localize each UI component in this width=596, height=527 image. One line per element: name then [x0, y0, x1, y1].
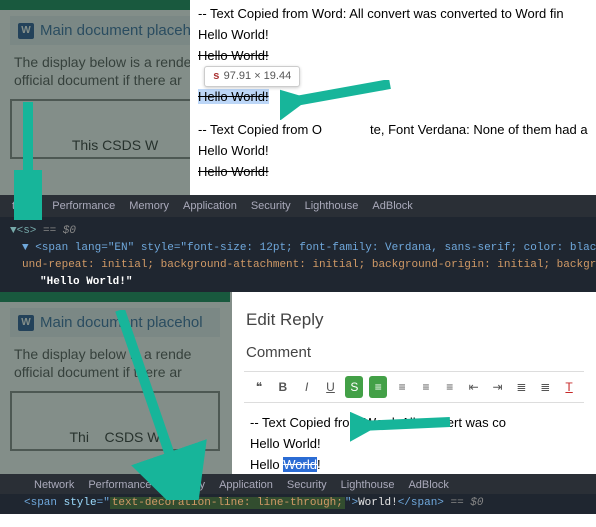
panel-a-line-6: Hello World!: [198, 162, 588, 183]
tab-memory[interactable]: Memory: [165, 479, 205, 491]
doc-frame-2: Thi CSDS W: [10, 391, 220, 451]
tab-network[interactable]: Network: [34, 479, 74, 491]
editor-title: Edit Reply: [244, 300, 584, 339]
tab-security[interactable]: Security: [287, 479, 327, 491]
panel-a-line-5: Hello World!: [198, 141, 588, 162]
tab-performance[interactable]: Performance: [52, 200, 115, 212]
devtools-elements-b[interactable]: <span style="text-decoration-line: line-…: [0, 494, 596, 514]
devtools-tabs[interactable]: twork Performance Memory Application Sec…: [0, 195, 596, 217]
tab-security[interactable]: Security: [251, 200, 291, 212]
s-tag-badge: s: [213, 71, 220, 83]
word-icon: W: [18, 23, 34, 39]
doc-description: The display below is a rende official do…: [10, 45, 220, 99]
indent-out-icon[interactable]: ⇥: [489, 376, 507, 398]
editor-toolbar: ❝ B I U S ≡ ≡ ≡ ≡ ⇤ ⇥ ≣ ≣ T: [244, 371, 584, 403]
devtools-tabs-2[interactable]: Network Performance Memory Application S…: [0, 474, 596, 496]
devtools-elements-a[interactable]: ▼<s> == $0 ▼ <span lang="EN" style="font…: [0, 217, 596, 292]
tab-performance[interactable]: Performance: [88, 479, 151, 491]
editor-line-2: Hello World!: [250, 455, 578, 476]
tab-lighthouse[interactable]: Lighthouse: [305, 200, 359, 212]
doc-title-bar: W Main document placehol: [10, 16, 220, 45]
quote-icon[interactable]: ❝: [250, 376, 268, 398]
doc-frame: This CSDS W: [10, 99, 220, 159]
tab-memory[interactable]: Memory: [129, 200, 169, 212]
strike-icon[interactable]: S: [345, 376, 363, 398]
panel-a-header-1: -- Text Copied from Word: All convert wa…: [198, 4, 588, 25]
tab-network[interactable]: twork: [12, 200, 38, 212]
tab-adblock[interactable]: AdBlock: [372, 200, 412, 212]
align-right-icon[interactable]: ≡: [417, 376, 435, 398]
doc-title-2: Main document placehol: [40, 314, 203, 331]
panel-a-header-2: -- Text Copied from Ote, Font Verdana: N…: [198, 120, 588, 141]
underline-icon[interactable]: U: [322, 376, 340, 398]
indent-in-icon[interactable]: ⇤: [465, 376, 483, 398]
editor-line-1: Hello World!: [250, 434, 578, 455]
editor-subtitle: Comment: [244, 339, 584, 371]
tab-application[interactable]: Application: [183, 200, 237, 212]
bold-icon[interactable]: B: [274, 376, 292, 398]
doc-description-2: The display below is a rende official do…: [10, 337, 220, 391]
doc-title-bar-2: W Main document placehol: [10, 308, 220, 337]
list-ol-icon[interactable]: ≣: [512, 376, 530, 398]
word-icon: W: [18, 315, 34, 331]
tab-lighthouse[interactable]: Lighthouse: [341, 479, 395, 491]
align-center-icon[interactable]: ≡: [393, 376, 411, 398]
panel-a-line-2: Hello World!: [198, 46, 588, 67]
tooltip-dimensions: 97.91 × 19.44: [224, 70, 292, 82]
panel-a-line-4: Hello World!: [198, 87, 588, 108]
tab-adblock[interactable]: AdBlock: [408, 479, 448, 491]
list-ul-icon[interactable]: ≣: [536, 376, 554, 398]
justify-icon[interactable]: ≡: [441, 376, 459, 398]
doc-frame-text: This CSDS W: [72, 137, 158, 153]
tab-application[interactable]: Application: [219, 479, 273, 491]
align-left-icon[interactable]: ≡: [369, 376, 387, 398]
text-color-icon[interactable]: T: [560, 376, 578, 398]
doc-title: Main document placehol: [40, 22, 203, 39]
italic-icon[interactable]: I: [298, 376, 316, 398]
panel-a-line-1: Hello World!: [198, 25, 588, 46]
element-size-tooltip: s 97.91 × 19.44: [204, 66, 300, 87]
editor-header: -- Text Copied from Word: All convert wa…: [250, 413, 578, 434]
